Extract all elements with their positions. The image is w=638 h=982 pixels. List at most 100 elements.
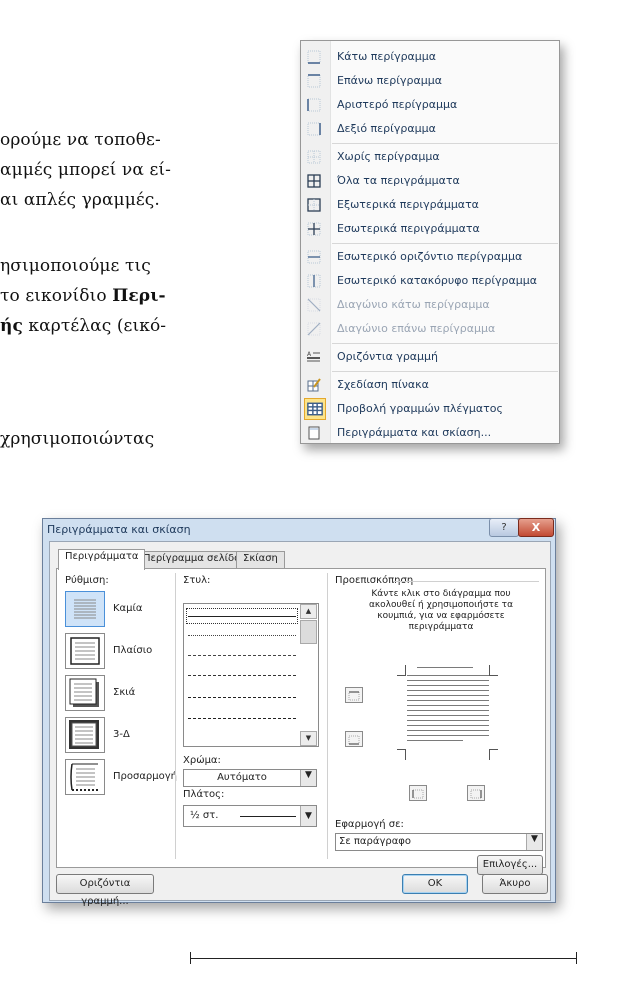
svg-text:A: A [307,351,312,358]
menu-item-inside-vertical-border[interactable]: Εσωτερικό κατακόρυφο περίγραμμα [301,269,559,293]
menu-item-label: Προβολή γραμμών πλέγματος [337,402,503,415]
borders-shading-dialog: Περιγράμματα και σκίαση ? X Περιγράμματα… [42,518,556,907]
right-border-toggle[interactable] [467,785,485,801]
dropdown-arrow-icon[interactable]: ▼ [300,806,316,826]
setting-box-icon [70,637,100,665]
menu-item-borders-and-shading[interactable]: Περιγράμματα και σκίαση... [301,421,559,445]
style-option-fine-dashed[interactable] [188,655,296,656]
book-bold-suffix: ής [0,316,23,336]
preview-text-line [407,730,489,731]
scroll-down-arrow[interactable]: ▼ [300,731,317,746]
book-line-6-text: καρτέλας (εικό- [22,316,167,336]
border-left-icon [412,789,424,799]
preview-text-line [407,725,489,726]
horizontal-line-button[interactable]: Οριζόντια γραμμή... [56,874,154,907]
diagonal-up-border-icon [307,322,321,336]
book-bold-fragment: Περι- [112,286,166,306]
ok-button[interactable]: OK [402,874,468,894]
scrollbar-thumb[interactable] [300,620,317,644]
left-border-toggle[interactable] [409,785,427,801]
menu-item-label: Αριστερό περίγραμμα [337,98,458,111]
menu-item-bottom-border[interactable]: Κάτω περίγραμμα [301,45,559,69]
top-border-toggle[interactable] [345,687,363,703]
menu-item-view-gridlines[interactable]: Προβολή γραμμών πλέγματος [301,397,559,421]
setting-3d-icon [69,720,99,749]
inside-vertical-border-icon [307,274,321,288]
setting-none-thumb[interactable] [65,591,105,627]
preview-text-line [407,740,463,741]
borders-shading-icon [308,426,320,440]
book-line-5: το εικονίδιο Περι- [0,286,166,306]
style-option-dash-dot[interactable] [188,697,296,698]
setting-none-label[interactable]: Καμία [113,603,143,614]
dialog-title: Περιγράμματα και σκίαση [47,523,191,536]
style-option-solid[interactable] [188,616,296,617]
all-borders-icon [307,174,321,188]
close-button[interactable]: X [518,518,554,537]
apply-to-value: Σε παράγραφο [339,836,412,847]
style-option-dotted[interactable] [188,635,296,636]
width-label: Πλάτος: [183,789,225,800]
style-option-dashed[interactable] [188,675,296,676]
menu-item-label: Εσωτερικό κατακόρυφο περίγραμμα [337,274,538,287]
tab-borders[interactable]: Περιγράμματα [58,549,146,570]
column-divider [327,573,328,859]
setting-3d-thumb[interactable] [65,717,105,753]
menu-item-inside-horizontal-border[interactable]: Εσωτερικό οριζόντιο περίγραμμα [301,245,559,269]
tab-shading[interactable]: Σκίαση [236,551,285,569]
apply-to-label: Εφαρμογή σε: [335,819,404,830]
menu-item-all-borders[interactable]: Όλα τα περιγράμματα [301,169,559,193]
menu-separator [332,343,558,344]
preview-hint-line: κουμπιά, για να εφαρμόσετε [377,611,505,621]
color-select[interactable]: Αυτόματο ▼ [183,769,317,787]
setting-custom-label[interactable]: Προσαρμογή [113,771,177,782]
border-bottom-icon [307,50,321,64]
width-line-sample [240,816,296,817]
setting-box-thumb[interactable] [65,633,105,669]
menu-item-horizontal-line[interactable]: A Οριζόντια γραμμή [301,345,559,369]
setting-shadow-thumb[interactable] [65,675,105,711]
width-value: ½ στ. [190,810,219,821]
menu-item-label: Όλα τα περιγράμματα [337,174,460,187]
menu-item-label: Εσωτερικά περιγράμματα [337,222,480,235]
inside-horizontal-border-icon [307,250,321,264]
setting-custom-thumb[interactable] [65,759,105,795]
style-option-dash-dot-dot[interactable] [188,718,296,719]
style-listbox[interactable]: ▲ ▼ [183,603,319,747]
menu-item-left-border[interactable]: Αριστερό περίγραμμα [301,93,559,117]
border-bottom-icon [348,735,360,745]
border-top-icon [307,74,321,88]
menu-item-label: Εσωτερικό οριζόντιο περίγραμμα [337,250,523,263]
setting-box-label[interactable]: Πλαίσιο [113,645,152,656]
menu-item-label: Δεξιό περίγραμμα [337,122,436,135]
setting-shadow-label[interactable]: Σκιά [113,687,135,698]
preview-text-line [407,700,489,701]
width-select[interactable]: ½ στ. ▼ [183,805,317,827]
dropdown-arrow-icon[interactable]: ▼ [300,770,316,786]
cancel-button[interactable]: Άκυρο [482,874,548,894]
menu-item-label: Οριζόντια γραμμή [337,350,439,363]
menu-item-inside-borders[interactable]: Εσωτερικά περιγράμματα [301,217,559,241]
apply-to-select[interactable]: Σε παράγραφο ▼ [335,833,543,851]
setting-3d-label[interactable]: 3-Δ [113,729,130,740]
preview-hint-line: περιγράμματα [408,622,474,632]
menu-item-label: Επάνω περίγραμμα [337,74,442,87]
menu-item-diagonal-down-border[interactable]: Διαγώνιο κάτω περίγραμμα [301,293,559,317]
menu-item-right-border[interactable]: Δεξιό περίγραμμα [301,117,559,141]
preview-divider [393,581,539,582]
menu-item-diagonal-up-border[interactable]: Διαγώνιο επάνω περίγραμμα [301,317,559,341]
help-button[interactable]: ? [489,518,519,537]
menu-item-label: Περιγράμματα και σκίαση... [337,426,492,439]
outside-borders-icon [307,198,321,212]
menu-item-top-border[interactable]: Επάνω περίγραμμα [301,69,559,93]
menu-item-outside-borders[interactable]: Εξωτερικά περιγράμματα [301,193,559,217]
borders-dropdown-menu: Κάτω περίγραμμα Επάνω περίγραμμα Αριστερ… [300,40,560,444]
menu-item-draw-table[interactable]: Σχεδίαση πίνακα [301,373,559,397]
menu-item-label: Εξωτερικά περιγράμματα [337,198,479,211]
dropdown-arrow-icon[interactable]: ▼ [526,834,542,850]
corner-mark [489,749,498,760]
options-button[interactable]: Επιλογές... [477,855,543,875]
menu-item-no-border[interactable]: Χωρίς περίγραμμα [301,145,559,169]
scroll-up-arrow[interactable]: ▲ [300,604,317,619]
bottom-border-toggle[interactable] [345,731,363,747]
